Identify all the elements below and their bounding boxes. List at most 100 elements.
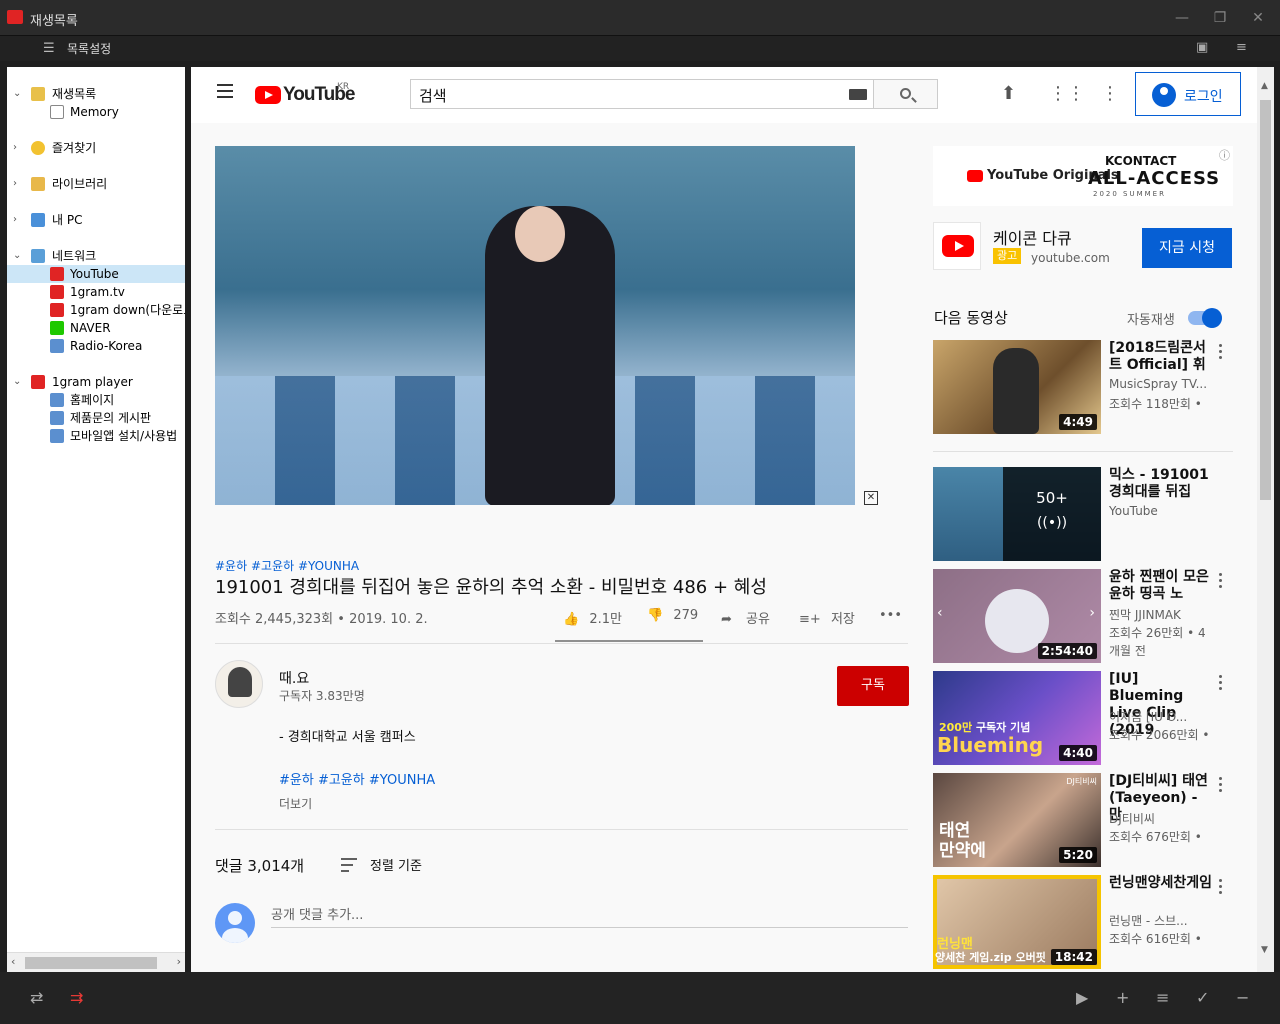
share-button[interactable]: ➦ 공유 <box>721 608 770 627</box>
play-icon[interactable]: ▶ <box>1076 988 1088 1007</box>
mix-overlay: 50+ ((•)) <box>1003 467 1101 561</box>
ad-title[interactable]: 케이콘 다큐 <box>993 225 1072 249</box>
like-button[interactable]: 👍 2.1만 <box>563 608 622 627</box>
sort-icon[interactable] <box>341 858 357 876</box>
tree-item-radio-korea[interactable]: Radio-Korea <box>7 337 185 355</box>
page-vertical-scrollbar[interactable]: ▲ ▼ <box>1257 67 1274 972</box>
video-thumbnail[interactable]: 런닝맨 양세찬 게임.zip 오버핏 18:42 <box>933 875 1101 969</box>
apps-grid-icon[interactable]: ⋮⋮ <box>1049 83 1085 104</box>
add-icon[interactable]: + <box>1116 988 1129 1007</box>
repeat-icon[interactable]: ⇄ <box>30 988 43 1007</box>
recommended-mix[interactable]: 50+ ((•)) 믹스 - 191001 경희대를 뒤집 YouTube <box>933 467 1233 561</box>
tree-item-homepage[interactable]: 홈페이지 <box>7 391 185 409</box>
tree-item-memory[interactable]: Memory <box>7 103 185 121</box>
more-vertical-icon[interactable]: ⋮ <box>1101 83 1119 104</box>
video-hashtags[interactable]: #윤하 #고윤하 #YOUNHA <box>215 557 359 574</box>
video-thumbnail[interactable]: DJ티비씨 태연 만약에 5:20 <box>933 773 1101 867</box>
tree-item-library[interactable]: › 라이브러리 <box>7 175 185 193</box>
tree-item-1gram-down[interactable]: 1gram down(다운로드 <box>7 301 185 319</box>
video-thumbnail[interactable]: 200만 구독자 기념 Blueming 4:40 <box>933 671 1101 765</box>
save-button[interactable]: ≡+ 저장 <box>799 608 855 627</box>
sort-list-icon[interactable]: ≡ <box>1236 40 1247 55</box>
tree-item-naver[interactable]: NAVER <box>7 319 185 337</box>
description-hashtags[interactable]: #윤하 #고윤하 #YOUNHA <box>279 769 435 788</box>
chevron-down-icon[interactable]: ⌄ <box>13 373 21 391</box>
tree-item-youtube[interactable]: YouTube <box>7 265 185 283</box>
channel-name[interactable]: 때.요 <box>279 668 309 688</box>
ad-banner[interactable]: YouTube Originals KCONTACT ALL-ACCESS 20… <box>933 146 1233 206</box>
video-duration: 2:54:40 <box>1037 643 1097 659</box>
tree-item-favorites[interactable]: › 즐겨찾기 <box>7 139 185 157</box>
comment-input[interactable]: 공개 댓글 추가... <box>271 904 908 928</box>
close-ad-icon[interactable]: ✕ <box>864 491 878 505</box>
autoplay-toggle[interactable] <box>1188 308 1222 328</box>
channel-avatar[interactable] <box>215 660 263 708</box>
recommended-video[interactable]: 4:49 [2018드림콘서트 Official] 휘 MusicSpray T… <box>933 340 1233 434</box>
star-icon <box>31 141 45 155</box>
chevron-down-icon[interactable]: ⌄ <box>13 85 21 103</box>
playlist-settings-button[interactable]: 목록설정 <box>67 40 111 57</box>
watch-now-button[interactable]: 지금 시청 <box>1142 228 1232 268</box>
restore-icon[interactable]: ❐ <box>1210 8 1230 28</box>
scrollbar-thumb[interactable] <box>1260 100 1271 500</box>
keyboard-icon[interactable] <box>849 89 867 100</box>
video-views: 조회수 26만회 • 4개월 전 <box>1109 626 1206 658</box>
chevron-right-icon[interactable]: › <box>13 139 17 157</box>
more-vertical-icon[interactable] <box>1219 879 1223 897</box>
video-description: - 경희대학교 서울 캠퍼스 <box>279 730 416 745</box>
show-more-button[interactable]: 더보기 <box>279 795 312 812</box>
minimize-icon[interactable]: — <box>1172 8 1192 28</box>
video-player[interactable] <box>215 146 855 505</box>
more-vertical-icon[interactable] <box>1219 573 1223 591</box>
more-vertical-icon[interactable] <box>1219 777 1223 795</box>
tree-item-mobile-app[interactable]: 모바일앱 설치/사용법 <box>7 427 185 445</box>
sentiment-bar <box>555 640 703 642</box>
ad-info-icon[interactable]: ⓘ <box>1219 147 1230 163</box>
video-title: [2018드림콘서트 Official] 휘 <box>1109 340 1206 373</box>
recommended-video[interactable]: ‹ › 2:54:40 윤하 찐팬이 모은 윤하 띵곡 노 찐막 JJINMAK… <box>933 569 1233 663</box>
recommended-video[interactable]: 200만 구독자 기념 Blueming 4:40 [IU] Blueming … <box>933 671 1233 765</box>
search-input[interactable]: 검색 <box>410 79 874 109</box>
sort-by-button[interactable]: 정렬 기준 <box>370 855 422 874</box>
scrollbar-thumb[interactable] <box>25 957 157 969</box>
login-button[interactable]: 로그인 <box>1135 72 1241 116</box>
menu-icon[interactable] <box>217 84 233 98</box>
tree-item-network[interactable]: ⌄ 네트워크 <box>7 247 185 265</box>
video-title: 런닝맨양세찬게임 <box>1109 875 1213 891</box>
chevron-right-icon[interactable]: › <box>13 175 17 193</box>
more-actions-icon[interactable]: ••• <box>879 608 902 623</box>
close-icon[interactable]: ✕ <box>1248 8 1268 28</box>
playlist-add-icon[interactable]: ≡ <box>1156 988 1169 1007</box>
scroll-down-icon[interactable]: ▼ <box>1261 945 1268 955</box>
tree-item-1gram-player[interactable]: ⌄ 1gram player <box>7 373 185 391</box>
youtube-webview: YouTube KR 검색 ⬆ ⋮⋮ ⋮ 로그인 ✕ #윤하 #고윤하 #YOU… <box>191 67 1274 972</box>
shuffle-icon[interactable]: ⇉ <box>70 988 83 1007</box>
upload-icon[interactable]: ⬆ <box>1001 83 1016 104</box>
video-thumbnail[interactable]: 50+ ((•)) <box>933 467 1101 561</box>
subscribe-button[interactable]: 구독 <box>837 666 909 706</box>
folder-play-icon[interactable]: ▣ <box>1196 40 1208 55</box>
scroll-left-icon[interactable]: ‹ <box>11 955 15 968</box>
more-vertical-icon[interactable] <box>1219 344 1223 362</box>
chevron-down-icon[interactable]: ⌄ <box>13 247 21 265</box>
scroll-right-icon[interactable]: › <box>177 955 181 968</box>
sidebar-horizontal-scrollbar[interactable]: ‹ › <box>7 952 185 972</box>
tree-item-product-board[interactable]: 제품문의 게시판 <box>7 409 185 427</box>
chevron-right-icon[interactable]: › <box>13 211 17 229</box>
recommended-video[interactable]: 런닝맨 양세찬 게임.zip 오버핏 18:42 런닝맨양세찬게임 런닝맨 - … <box>933 875 1233 969</box>
tree-item-playlist[interactable]: ⌄ 재생목록 <box>7 85 185 103</box>
more-vertical-icon[interactable] <box>1219 675 1223 693</box>
scroll-up-icon[interactable]: ▲ <box>1261 81 1268 91</box>
video-thumbnail[interactable]: 4:49 <box>933 340 1101 434</box>
channel-name: YouTube <box>1109 504 1158 518</box>
search-button[interactable] <box>874 79 938 109</box>
remove-icon[interactable]: − <box>1236 988 1249 1007</box>
list-settings-icon[interactable]: ☰ <box>43 41 55 56</box>
youtube-play-icon <box>255 86 281 104</box>
video-thumbnail[interactable]: ‹ › 2:54:40 <box>933 569 1101 663</box>
dislike-button[interactable]: 👎 279 <box>647 608 698 623</box>
tree-item-my-pc[interactable]: › 내 PC <box>7 211 185 229</box>
recommended-video[interactable]: DJ티비씨 태연 만약에 5:20 [DJ티비씨] 태연 (Taeyeon) - … <box>933 773 1233 867</box>
tree-item-1gram-tv[interactable]: 1gram.tv <box>7 283 185 301</box>
check-icon[interactable]: ✓ <box>1196 988 1209 1007</box>
